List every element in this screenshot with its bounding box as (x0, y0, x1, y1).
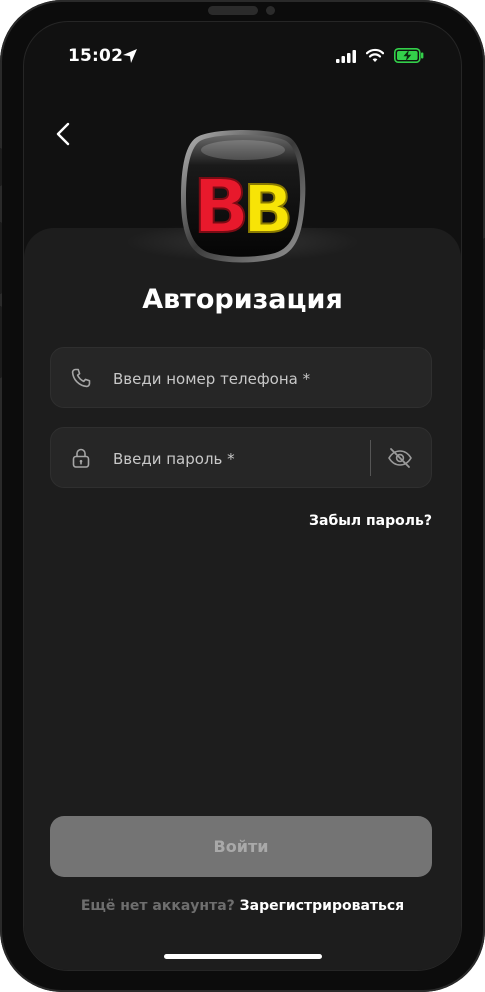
status-bar: 15:02 (24, 22, 461, 92)
status-time: 15:02 (68, 46, 124, 66)
login-button[interactable]: Войти (50, 816, 432, 877)
phone-frame: 15:02 B B Авторизация Введи номер телефо… (0, 0, 485, 992)
battery-charging-icon (394, 48, 424, 63)
app-screen: 15:02 B B Авторизация Введи номер телефо… (24, 22, 461, 970)
earpiece-speaker (208, 6, 258, 15)
bb-logo: BB B B (181, 130, 306, 263)
logo-letter-b-yellow: B (243, 171, 293, 248)
phone-icon (71, 368, 91, 388)
phone-input[interactable] (111, 348, 395, 409)
location-arrow-icon (123, 49, 137, 63)
page-title: Авторизация (142, 284, 343, 315)
cellular-signal-icon (336, 50, 356, 63)
password-field[interactable] (50, 427, 432, 489)
wifi-icon (366, 48, 384, 62)
home-indicator[interactable] (164, 954, 322, 959)
phone-field[interactable] (50, 347, 432, 409)
forgot-password-link[interactable]: Забыл пароль? (309, 513, 432, 529)
password-input[interactable] (111, 428, 395, 489)
front-camera (266, 6, 275, 15)
signup-row: Ещё нет аккаунта? Зарегистрироваться (24, 898, 461, 914)
eye-off-icon[interactable] (387, 446, 413, 470)
side-button-volume-up (0, 222, 2, 294)
signup-link[interactable]: Зарегистрироваться (240, 898, 404, 914)
side-button-volume-down (0, 306, 2, 378)
logo-letter-b-red: B (193, 164, 249, 250)
back-button[interactable] (50, 120, 78, 148)
signup-question: Ещё нет аккаунта? (80, 898, 235, 914)
field-divider (370, 440, 371, 476)
side-button-mute (0, 148, 2, 186)
lock-icon (72, 448, 90, 468)
